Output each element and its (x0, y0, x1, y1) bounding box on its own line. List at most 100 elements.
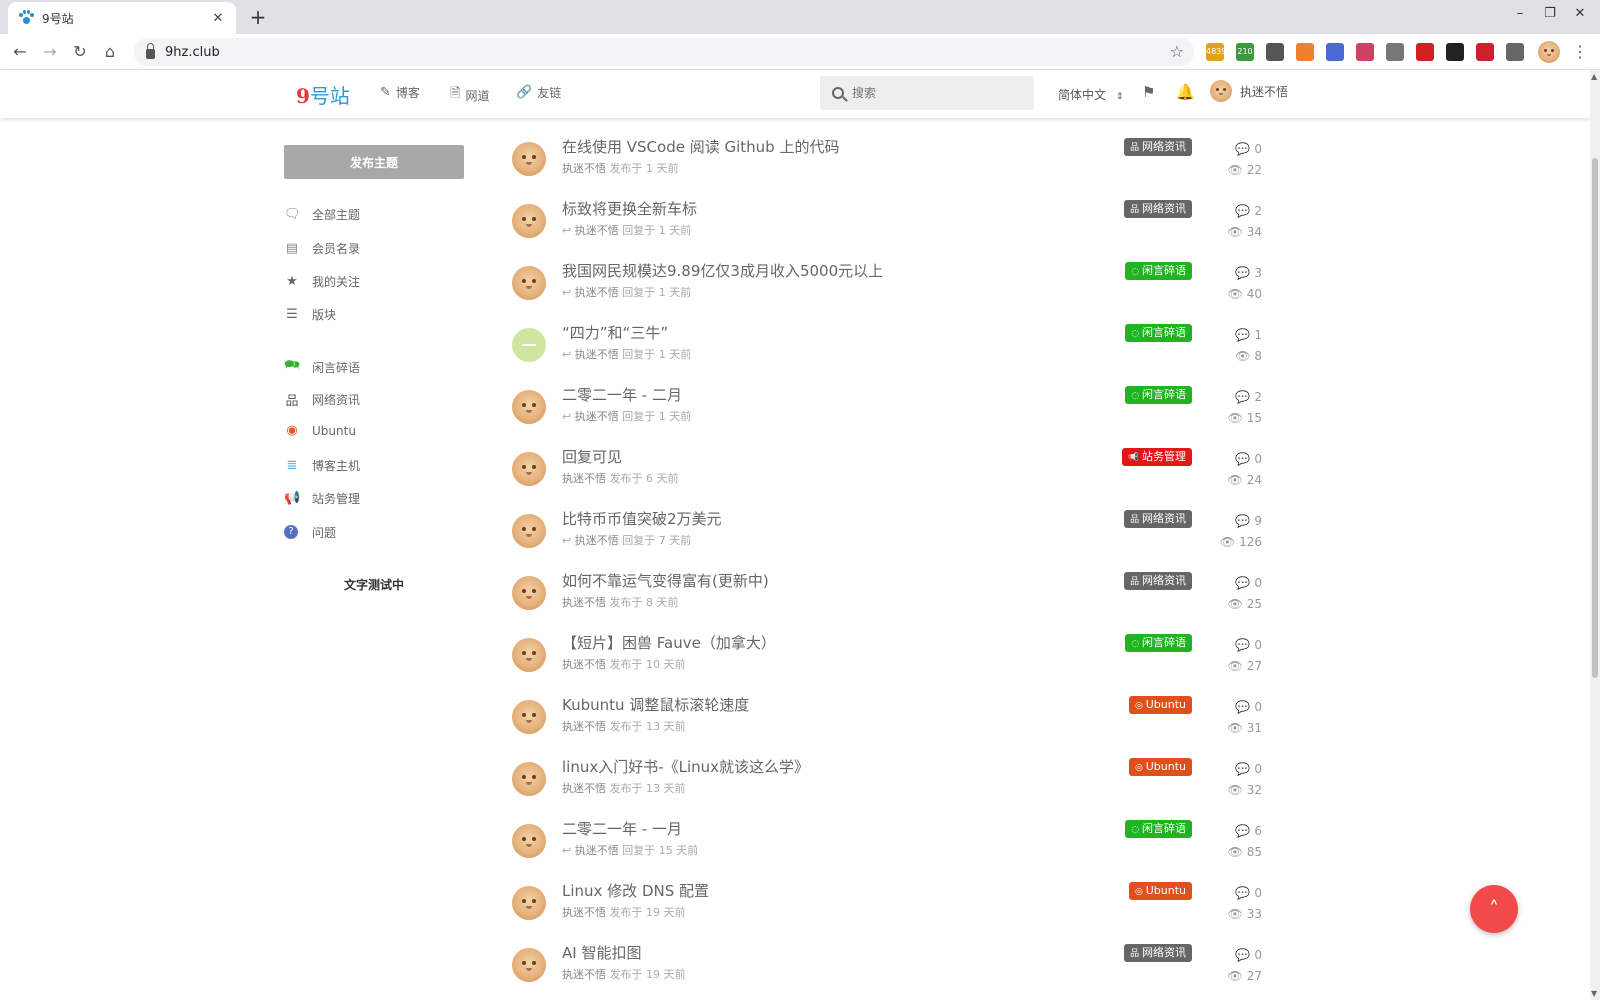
topic-author[interactable]: 执迷不悟 (562, 782, 606, 795)
category-tag[interactable]: ◎ Ubuntu (1129, 696, 1192, 714)
browser-tab[interactable]: 9号站 ✕ (8, 2, 236, 34)
sidebar-category[interactable]: 🗪 闲言碎语 (284, 356, 360, 378)
topic-avatar[interactable] (512, 638, 546, 672)
scrollbar-thumb[interactable] (1592, 158, 1598, 678)
topic-author[interactable]: 执迷不悟 (575, 224, 619, 237)
nav-links[interactable]: 🔗 友链 (516, 84, 561, 101)
topic-author[interactable]: 执迷不悟 (562, 472, 606, 485)
search-input[interactable] (852, 86, 1012, 100)
topic-author[interactable]: 执迷不悟 (562, 596, 606, 609)
topic-row[interactable]: 回复可见 执迷不悟 发布于 6 天前 📢 站务管理 💬 0 👁 24 (512, 446, 1262, 502)
scroll-down-arrow-icon[interactable]: ▼ (1591, 989, 1597, 998)
bookmark-star-icon[interactable]: ☆ (1170, 42, 1184, 61)
category-tag[interactable]: 品 网络资讯 (1124, 200, 1192, 218)
sidebar-item[interactable]: 🗨 全部主题 (284, 206, 360, 223)
ext-icon[interactable] (1416, 43, 1434, 61)
topic-author[interactable]: 执迷不悟 (575, 410, 619, 423)
category-tag[interactable]: 品 网络资讯 (1124, 944, 1192, 962)
search-box[interactable] (820, 76, 1034, 110)
category-tag[interactable]: ◌ 闲言碎语 (1125, 386, 1192, 404)
category-tag[interactable]: ◎ Ubuntu (1129, 758, 1192, 776)
topic-title[interactable]: 二零二一年 - 一月 (562, 818, 682, 839)
sidebar-item[interactable]: ★ 我的关注 (284, 273, 360, 290)
topic-row[interactable]: “四力”和“三牛” ↩ 执迷不悟 回复于 1 天前 ◌ 闲言碎语 💬 1 👁 8 (512, 322, 1262, 378)
topic-author[interactable]: 执迷不悟 (562, 968, 606, 981)
new-tab-button[interactable]: + (246, 4, 270, 30)
topic-row[interactable]: 二零二一年 - 二月 ↩ 执迷不悟 回复于 1 天前 ◌ 闲言碎语 💬 2 👁 15 (512, 384, 1262, 440)
sidebar-item[interactable]: ☰ 版块 (284, 306, 336, 323)
topic-row[interactable]: 在线使用 VSCode 阅读 Github 上的代码 执迷不悟 发布于 1 天前 品… (512, 136, 1262, 192)
sidebar-category[interactable]: ◉ Ubuntu (284, 423, 356, 438)
topic-avatar[interactable] (512, 762, 546, 796)
ext-icon[interactable] (1296, 43, 1314, 61)
topic-avatar[interactable] (512, 328, 546, 362)
sidebar-category[interactable]: 📢 站务管理 (284, 490, 360, 507)
topic-title[interactable]: linux入门好书-《Linux就该这么学》 (562, 756, 809, 777)
topic-title[interactable]: 回复可见 (562, 446, 622, 467)
topic-row[interactable]: AI 智能扣图 执迷不悟 发布于 19 天前品 网络资讯 💬 0 👁 27 (512, 942, 1262, 998)
topic-author[interactable]: 执迷不悟 (562, 162, 606, 175)
category-tag[interactable]: ◌ 闲言碎语 (1125, 324, 1192, 342)
topic-avatar[interactable] (512, 204, 546, 238)
page-scrollbar[interactable]: ▲ ▼ (1590, 70, 1600, 1000)
close-tab-icon[interactable]: ✕ (210, 11, 226, 26)
topic-title[interactable]: 我国网民规模达9.89亿仅3成月收入5000元以上 (562, 260, 883, 281)
forward-icon[interactable]: → (38, 40, 62, 64)
category-tag[interactable]: 品 网络资讯 (1124, 510, 1192, 528)
topic-author[interactable]: 执迷不悟 (575, 348, 619, 361)
topic-row[interactable]: 标致将更换全新车标 ↩ 执迷不悟 回复于 1 天前品 网络资讯 💬 2 👁 34 (512, 198, 1262, 254)
ext-icon[interactable] (1356, 43, 1374, 61)
mail-icon[interactable] (1266, 43, 1284, 61)
topic-avatar[interactable] (512, 452, 546, 486)
topic-avatar[interactable] (512, 886, 546, 920)
topic-row[interactable]: 我国网民规模达9.89亿仅3成月收入5000元以上 ↩ 执迷不悟 回复于 1 天前… (512, 260, 1262, 316)
topic-avatar[interactable] (512, 514, 546, 548)
ext-badge-icon[interactable]: 4839 (1206, 43, 1226, 61)
topic-author[interactable]: 执迷不悟 (575, 534, 619, 547)
back-icon[interactable]: ← (8, 40, 32, 64)
sidebar-category[interactable]: ≣ 博客主机 (284, 457, 360, 474)
puzzle-icon[interactable] (1506, 43, 1524, 61)
topic-row[interactable]: 如何不靠运气变得富有(更新中) 执迷不悟 发布于 8 天前品 网络资讯 💬 0 👁 25 (512, 570, 1262, 626)
nav-docs[interactable]: 🗎 网道 (450, 84, 489, 106)
topic-title[interactable]: 标致将更换全新车标 (562, 198, 697, 219)
category-tag[interactable]: ◎ Ubuntu (1129, 882, 1192, 900)
profile-avatar[interactable] (1538, 41, 1560, 63)
category-tag[interactable]: 品 网络资讯 (1124, 572, 1192, 590)
sidebar-category[interactable]: 品网络资讯 (284, 390, 360, 409)
topic-title[interactable]: 在线使用 VSCode 阅读 Github 上的代码 (562, 136, 839, 157)
topic-title[interactable]: 比特币币值突破2万美元 (562, 508, 722, 529)
topic-row[interactable]: linux入门好书-《Linux就该这么学》 执迷不悟 发布于 13 天前 ◎ Ub… (512, 756, 1262, 812)
sidebar-category[interactable]: ? 问题 (284, 524, 336, 541)
topic-title[interactable]: “四力”和“三牛” (562, 322, 668, 343)
ext-badge-icon[interactable]: 210 (1236, 43, 1254, 61)
topic-avatar[interactable] (512, 390, 546, 424)
topic-avatar[interactable] (512, 824, 546, 858)
topic-row[interactable]: Linux 修改 DNS 配置 执迷不悟 发布于 19 天前 ◎ Ubuntu 💬 0 👁… (512, 880, 1262, 936)
address-bar[interactable]: 9hz.club ☆ (134, 38, 1194, 66)
topic-title[interactable]: Kubuntu 调整鼠标滚轮速度 (562, 694, 749, 715)
category-tag[interactable]: ◌ 闲言碎语 (1125, 262, 1192, 280)
category-tag[interactable]: 品 网络资讯 (1124, 138, 1192, 156)
close-window-icon[interactable]: ✕ (1570, 6, 1590, 21)
topic-avatar[interactable] (512, 142, 546, 176)
publish-topic-button[interactable]: 发布主题 (284, 145, 464, 179)
topic-avatar[interactable] (512, 576, 546, 610)
category-tag[interactable]: ◌ 闲言碎语 (1125, 634, 1192, 652)
topic-row[interactable]: 【短片】困兽 Fauve（加拿大） 执迷不悟 发布于 10 天前 ◌ 闲言碎语 💬 0 👁… (512, 632, 1262, 688)
site-logo[interactable]: 9号站 (296, 80, 350, 109)
bell-icon[interactable]: 🔔 (1176, 83, 1195, 101)
topic-avatar[interactable] (512, 700, 546, 734)
language-selector[interactable]: 简体中文 ⇕ (1058, 86, 1123, 103)
topic-avatar[interactable] (512, 948, 546, 982)
scroll-up-arrow-icon[interactable]: ▲ (1591, 72, 1597, 81)
heart-icon[interactable] (1476, 43, 1494, 61)
home-icon[interactable]: ⌂ (98, 40, 122, 64)
topic-title[interactable]: Linux 修改 DNS 配置 (562, 880, 709, 901)
category-tag[interactable]: 📢 站务管理 (1121, 448, 1192, 466)
topic-author[interactable]: 执迷不悟 (562, 658, 606, 671)
user-menu[interactable]: 执迷不悟 (1210, 80, 1288, 102)
topic-row[interactable]: 二零二一年 - 一月 ↩ 执迷不悟 回复于 15 天前 ◌ 闲言碎语 💬 6 👁 85 (512, 818, 1262, 874)
topic-row[interactable]: Kubuntu 调整鼠标滚轮速度 执迷不悟 发布于 13 天前 ◎ Ubuntu 💬 0… (512, 694, 1262, 750)
minimize-icon[interactable]: – (1510, 6, 1530, 21)
